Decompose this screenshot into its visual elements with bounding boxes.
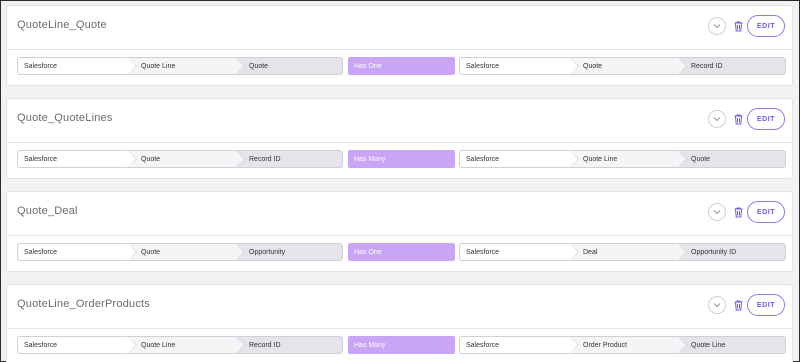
expand-button[interactable] <box>708 296 726 314</box>
mapping-card-header: Quote_QuoteLines EDIT <box>7 99 792 143</box>
source-path: Salesforce Quote Line Quote <box>17 57 343 75</box>
source-field: Record ID <box>235 150 343 168</box>
mapping-card: QuoteLine_OrderProducts EDIT Salesforce … <box>6 284 793 362</box>
relationship-badge: Has One <box>348 243 455 261</box>
trash-icon <box>734 21 742 31</box>
mapping-card-header: QuoteLine_Quote EDIT <box>7 6 792 50</box>
relationship-badge: Has Many <box>348 150 455 168</box>
target-field: Opportunity ID <box>677 243 786 261</box>
mapping-card: Quote_QuoteLines EDIT Salesforce Quote R… <box>6 98 793 179</box>
target-path: Salesforce Quote Record ID <box>459 57 786 75</box>
target-system: Salesforce <box>459 336 579 354</box>
source-system: Salesforce <box>17 336 137 354</box>
target-field: Quote <box>677 150 786 168</box>
relationship-badge: Has Many <box>348 336 455 354</box>
source-object: Quote <box>127 243 245 261</box>
chevron-down-icon <box>713 117 721 122</box>
mapping-card: Quote_Deal EDIT Salesforce Quote Opportu… <box>6 191 793 272</box>
expand-button[interactable] <box>708 110 726 128</box>
delete-button[interactable] <box>731 296 745 314</box>
delete-button[interactable] <box>731 17 745 35</box>
chevron-down-icon <box>713 210 721 215</box>
source-path: Salesforce Quote Record ID <box>17 150 343 168</box>
source-system: Salesforce <box>17 150 137 168</box>
target-system: Salesforce <box>459 57 579 75</box>
target-object: Deal <box>569 243 687 261</box>
source-path: Salesforce Quote Line Record ID <box>17 336 343 354</box>
mapping-card-header: Quote_Deal EDIT <box>7 192 792 236</box>
source-field: Opportunity <box>235 243 343 261</box>
source-object: Quote <box>127 150 245 168</box>
target-path: Salesforce Quote Line Quote <box>459 150 786 168</box>
source-path: Salesforce Quote Opportunity <box>17 243 343 261</box>
mapping-path-row: Salesforce Quote Record ID Has Many Sale… <box>7 143 792 178</box>
source-object: Quote Line <box>127 57 245 75</box>
expand-button[interactable] <box>708 203 726 221</box>
relationship-badge: Has One <box>348 57 455 75</box>
trash-icon <box>734 114 742 124</box>
edit-button[interactable]: EDIT <box>747 108 785 130</box>
delete-button[interactable] <box>731 110 745 128</box>
mapping-title: QuoteLine_Quote <box>17 19 107 31</box>
target-field: Record ID <box>677 57 786 75</box>
target-path: Salesforce Order Product Quote Line <box>459 336 786 354</box>
target-object: Quote Line <box>569 150 687 168</box>
trash-icon <box>734 207 742 217</box>
mapping-title: Quote_QuoteLines <box>17 112 113 124</box>
chevron-down-icon <box>713 24 721 29</box>
target-field: Quote Line <box>677 336 786 354</box>
target-object: Quote <box>569 57 687 75</box>
edit-button[interactable]: EDIT <box>747 201 785 223</box>
mapping-card-header: QuoteLine_OrderProducts EDIT <box>7 285 792 329</box>
mapping-path-row: Salesforce Quote Opportunity Has One Sal… <box>7 236 792 271</box>
edit-button[interactable]: EDIT <box>747 294 785 316</box>
target-object: Order Product <box>569 336 687 354</box>
edit-button[interactable]: EDIT <box>747 15 785 37</box>
delete-button[interactable] <box>731 203 745 221</box>
source-field: Quote <box>235 57 343 75</box>
trash-icon <box>734 300 742 310</box>
mappings-panel: QuoteLine_Quote EDIT Salesforce Quote Li… <box>0 0 800 362</box>
mapping-path-row: Salesforce Quote Line Quote Has One Sale… <box>7 50 792 85</box>
source-system: Salesforce <box>17 57 137 75</box>
mapping-title: QuoteLine_OrderProducts <box>17 298 151 310</box>
target-system: Salesforce <box>459 243 579 261</box>
source-field: Record ID <box>235 336 343 354</box>
source-object: Quote Line <box>127 336 245 354</box>
expand-button[interactable] <box>708 17 726 35</box>
mapping-card: QuoteLine_Quote EDIT Salesforce Quote Li… <box>6 5 793 86</box>
target-system: Salesforce <box>459 150 579 168</box>
source-system: Salesforce <box>17 243 137 261</box>
mapping-title: Quote_Deal <box>17 205 78 217</box>
mapping-path-row: Salesforce Quote Line Record ID Has Many… <box>7 329 792 362</box>
chevron-down-icon <box>713 303 721 308</box>
target-path: Salesforce Deal Opportunity ID <box>459 243 786 261</box>
